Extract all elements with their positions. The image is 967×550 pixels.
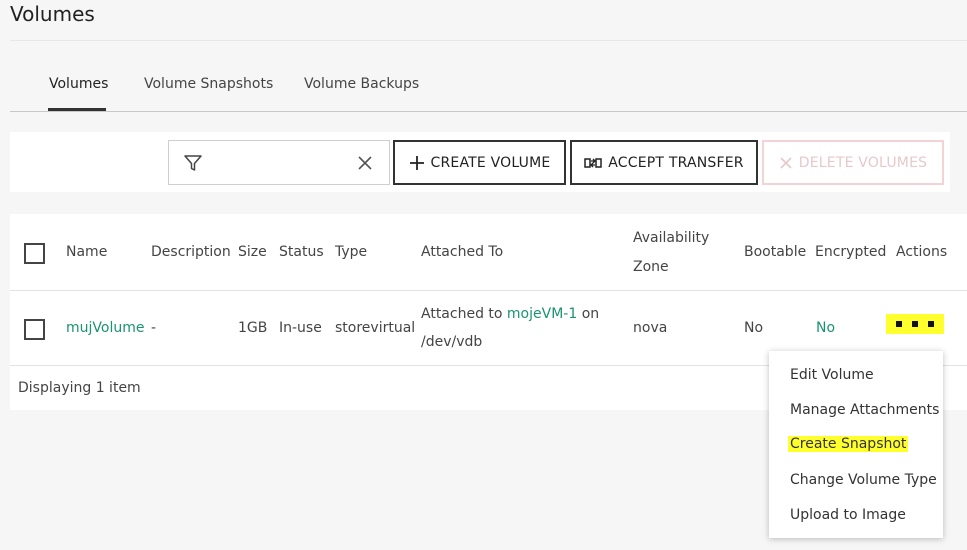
tab-bar: Volumes Volume Snapshots Volume Backups <box>10 62 967 112</box>
actions-dropdown-menu: Edit Volume Manage Attachments Create Sn… <box>769 351 943 538</box>
close-icon[interactable] <box>355 153 375 173</box>
volume-availability-zone: nova <box>633 320 668 336</box>
volume-description: - <box>151 320 157 336</box>
volume-size: 1GB <box>238 320 268 336</box>
volume-attached-to: Attached to mojeVM-1 on <box>421 306 599 322</box>
tab-volume-backups[interactable]: Volume Backups <box>304 76 419 92</box>
more-actions-icon[interactable] <box>886 314 944 334</box>
title-divider <box>10 40 967 41</box>
attached-vm-link[interactable]: mojeVM-1 <box>507 306 577 322</box>
plus-icon <box>409 155 424 170</box>
row-checkbox[interactable] <box>24 319 45 340</box>
volume-status: In-use <box>279 320 322 336</box>
dot <box>896 321 902 327</box>
header-size[interactable]: Size <box>238 244 267 260</box>
filter-input[interactable] <box>213 149 343 177</box>
active-tab-indicator <box>48 108 106 111</box>
menu-item-manage-attachments[interactable]: Manage Attachments <box>790 402 939 418</box>
page-title: Volumes <box>10 2 95 26</box>
delete-x-icon <box>780 156 792 169</box>
header-status[interactable]: Status <box>279 244 324 260</box>
header-attached-to[interactable]: Attached To <box>421 244 503 260</box>
menu-item-create-snapshot[interactable]: Create Snapshot <box>788 436 909 452</box>
table-toolbar: CREATE VOLUME ACCEPT TRANSFER DELETE VOL… <box>10 132 950 192</box>
header-availability-zone-line2[interactable]: Zone <box>633 259 669 275</box>
volume-encrypted: No <box>816 320 836 336</box>
menu-item-change-volume-type[interactable]: Change Volume Type <box>790 472 937 488</box>
dot <box>912 321 918 327</box>
delete-volumes-button[interactable]: DELETE VOLUMES <box>762 140 944 185</box>
volume-name-link[interactable]: mujVolume <box>66 320 144 336</box>
transfer-icon <box>584 157 603 168</box>
header-availability-zone[interactable]: Availability <box>633 230 709 246</box>
header-type[interactable]: Type <box>335 244 367 260</box>
menu-item-edit-volume[interactable]: Edit Volume <box>790 367 874 383</box>
tab-volumes[interactable]: Volumes <box>49 76 108 92</box>
header-name[interactable]: Name <box>66 244 107 260</box>
attached-device: /dev/vdb <box>421 334 483 350</box>
accept-transfer-button[interactable]: ACCEPT TRANSFER <box>570 140 758 185</box>
menu-item-upload-to-image[interactable]: Upload to Image <box>790 507 906 523</box>
accept-transfer-label: ACCEPT TRANSFER <box>608 154 744 171</box>
delete-volumes-label: DELETE VOLUMES <box>798 154 928 171</box>
tab-volume-snapshots[interactable]: Volume Snapshots <box>144 76 273 92</box>
volume-type: storevirtual <box>335 320 416 336</box>
attached-prefix: Attached to <box>421 306 503 322</box>
header-encrypted[interactable]: Encrypted <box>815 244 886 260</box>
header-bootable[interactable]: Bootable <box>744 244 806 260</box>
attached-suffix: on <box>581 306 600 322</box>
volume-bootable: No <box>744 320 764 336</box>
select-all-checkbox[interactable] <box>24 243 45 264</box>
header-actions: Actions <box>896 244 948 260</box>
create-volume-button[interactable]: CREATE VOLUME <box>393 140 566 185</box>
dot <box>928 321 934 327</box>
create-volume-label: CREATE VOLUME <box>430 154 551 171</box>
item-count: Displaying 1 item <box>18 380 141 396</box>
header-divider <box>10 290 967 291</box>
filter-box <box>168 140 390 185</box>
header-description[interactable]: Description <box>151 244 231 260</box>
filter-icon <box>184 155 202 171</box>
